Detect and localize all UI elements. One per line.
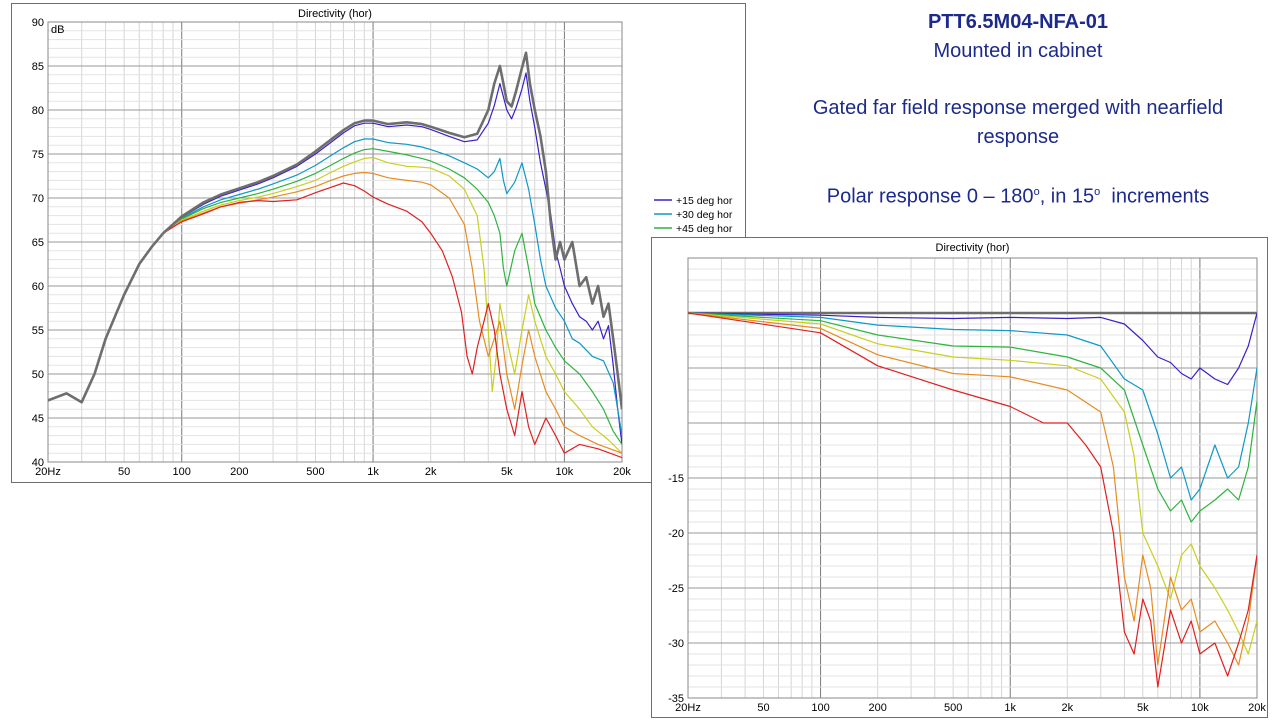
x-tick-label: 500 (944, 702, 962, 714)
x-tick-label: 5k (1137, 702, 1149, 714)
y-tick-label: 75 (32, 149, 44, 161)
x-tick-label: 200 (868, 702, 886, 714)
grid-lines (687, 257, 1258, 699)
x-tick-label: 20k (613, 466, 631, 478)
directivity-chart-normalized-svg: Directivity (hor)20Hz 50 100 200 500 1k 2k 5k 10… (668, 242, 1266, 714)
caption-gated-line2: response (976, 126, 1060, 148)
y-tick-label: 45 (32, 413, 44, 425)
x-tick-label: 2k (425, 466, 437, 478)
y-tick-label: -20 (668, 528, 684, 540)
caption-polar-suffix: increments (1111, 185, 1210, 208)
chart-title: Directivity (hor) (936, 242, 1010, 254)
x-tick-label: 1k (367, 466, 379, 478)
x-tick-label: 5k (501, 466, 513, 478)
x-tick-label: 1k (1004, 702, 1016, 714)
caption-title: PTT6.5M04-NFA-01 (927, 11, 1109, 33)
y-tick-label: 65 (32, 237, 44, 249)
caption-polar: Polar response 0 – 180o, in 15o incremen… (760, 178, 1276, 212)
directivity-chart-top: Directivity (hor) 20Hz 50 100 200 500 1k 2k 5k 10… (11, 3, 746, 483)
y-tick-label: 85 (32, 61, 44, 73)
directivity-chart-normalized: Directivity (hor) 20Hz 50 100 200 500 1k 2k 5k 10… (651, 237, 1268, 718)
x-tick-label: 100 (811, 702, 829, 714)
x-tick-label: 10k (556, 466, 574, 478)
caption-polar-prefix: Polar response 0 – 180 (826, 185, 1034, 208)
y-axis-label: dB (51, 24, 64, 36)
caption-polar-degree-2: o (1094, 186, 1101, 198)
caption-mounted: Mounted in cabinet (933, 40, 1103, 62)
x-tick-label: 2k (1062, 702, 1074, 714)
y-tick-label: -30 (668, 638, 684, 650)
chart-title: Directivity (hor) (298, 8, 372, 20)
y-tick-label: 70 (32, 193, 44, 205)
y-tick-label: -35 (668, 693, 684, 705)
y-tick-label: 60 (32, 281, 44, 293)
legend-label: +45 deg hor (676, 223, 733, 235)
x-tick-label: 200 (230, 466, 248, 478)
caption-gated-line1: Gated far field response merged with nea… (812, 97, 1224, 119)
caption-block: PTT6.5M04-NFA-01 Mounted in cabinet Gate… (760, 8, 1276, 212)
directivity-chart-top-svg: Directivity (hor)20Hz 50 100 200 500 1k 2k 5k 10… (32, 8, 733, 478)
y-tick-label: -15 (668, 473, 684, 485)
x-tick-label: 10k (1191, 702, 1209, 714)
y-tick-label: -25 (668, 583, 684, 595)
y-tick-label: 50 (32, 369, 44, 381)
y-tick-label: 80 (32, 105, 44, 117)
legend-label: +30 deg hor (676, 209, 733, 221)
y-tick-label: 40 (32, 457, 44, 469)
legend-label: +15 deg hor (676, 195, 733, 207)
y-tick-label: 90 (32, 17, 44, 29)
caption-polar-middle: , in 15 (1039, 185, 1095, 208)
x-tick-label: 100 (173, 466, 191, 478)
x-tick-label: 50 (757, 702, 769, 714)
y-tick-label: 55 (32, 325, 44, 337)
x-tick-label: 500 (306, 466, 324, 478)
x-tick-label: 50 (118, 466, 130, 478)
x-tick-label: 20k (1248, 702, 1266, 714)
